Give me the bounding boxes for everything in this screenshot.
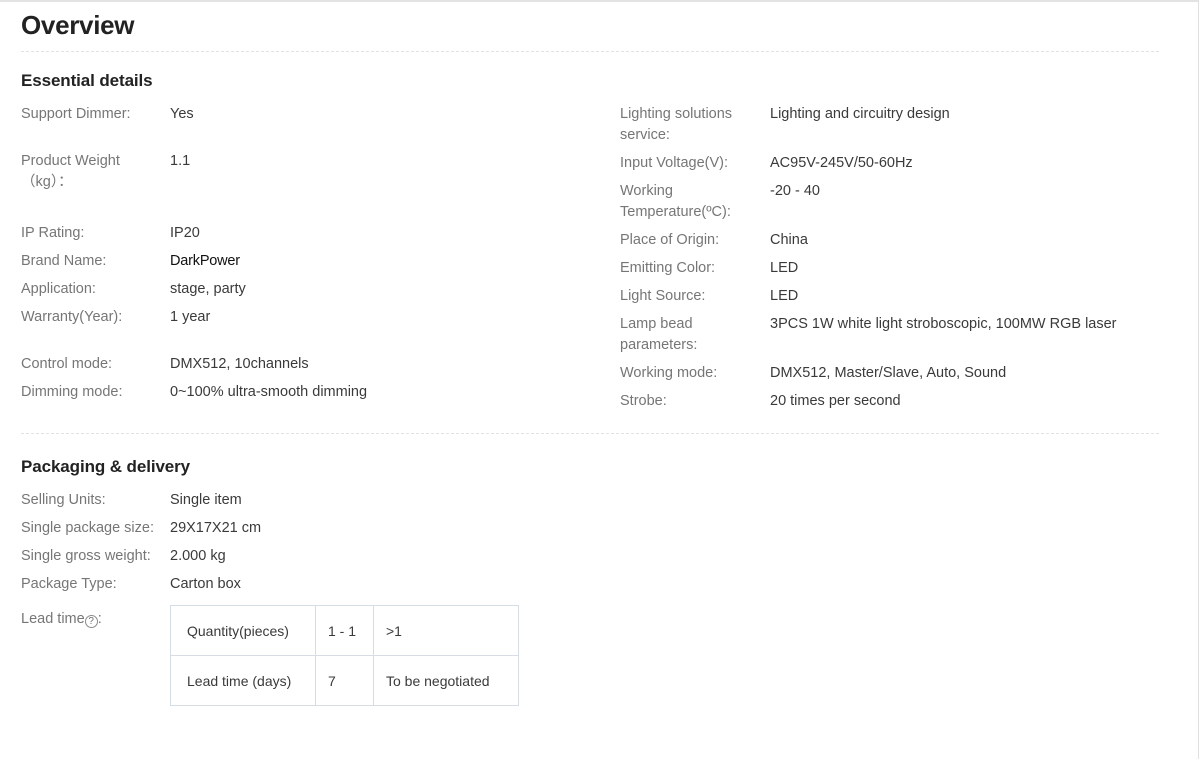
table-cell: Lead time (days): [170, 655, 316, 706]
spec-label: Light Source:: [620, 288, 706, 304]
lead-time-label-colon: :: [97, 611, 102, 627]
pack-row-single-package-size: Single package size: 29X17X21 cm: [21, 518, 1159, 539]
spec-value: IP20: [170, 225, 200, 241]
spec-label: Emitting Color:: [620, 260, 716, 276]
spec-label: Lamp bead parameters:: [620, 316, 698, 353]
pack-value: 2.000 kg: [170, 548, 226, 564]
spec-value: 20 times per second: [770, 393, 901, 409]
spec-label: Control mode:: [21, 356, 113, 372]
spec-label: Application:: [21, 281, 96, 297]
lead-time-block: Lead time?: Quantity(pieces) 1 - 1 >1 Le…: [21, 605, 1159, 706]
table-cell: Quantity(pieces): [170, 605, 316, 656]
spec-row-brand-name: Brand Name: DarkPower: [21, 251, 611, 272]
spec-label: Brand Name:: [21, 253, 107, 269]
pack-row-single-gross-weight: Single gross weight: 2.000 kg: [21, 546, 1159, 567]
spec-label: Working Temperature(ºC):: [620, 183, 731, 220]
pack-label: Package Type:: [21, 576, 117, 592]
spec-label: Warranty(Year):: [21, 309, 123, 325]
table-cell: >1: [373, 605, 519, 656]
spec-value: LED: [770, 260, 799, 276]
spec-row-emitting-color: Emitting Color: LED: [620, 258, 1180, 279]
table-cell: To be negotiated: [373, 655, 519, 706]
spec-value: LED: [770, 288, 799, 304]
spec-value: DarkPower: [170, 253, 240, 269]
packaging-delivery-grid: Selling Units: Single item Single packag…: [21, 478, 1159, 706]
spec-row-light-source: Light Source: LED: [620, 286, 1180, 307]
essential-details-grid: Support Dimmer: Yes Product Weight（kg）： …: [21, 104, 1159, 424]
page-frame: Overview Essential details Support Dimme…: [0, 0, 1199, 759]
spec-row-dimming-mode: Dimming mode: 0~100% ultra-smooth dimmin…: [21, 382, 611, 403]
spec-label: Dimming mode:: [21, 384, 123, 400]
spec-row-input-voltage: Input Voltage(V): AC95V-245V/50-60Hz: [620, 153, 1180, 174]
spec-label: Support Dimmer:: [21, 106, 131, 122]
spec-row-place-of-origin: Place of Origin: China: [620, 230, 1180, 251]
essential-details-right-column: Lighting solutions service: Lighting and…: [620, 104, 1180, 419]
spec-value: 3PCS 1W white light stroboscopic, 100MW …: [770, 316, 1117, 332]
spec-value: 1.1: [170, 153, 191, 169]
spec-label: Product Weight（kg）：: [21, 153, 120, 190]
spec-row-control-mode: Control mode: DMX512, 10channels: [21, 354, 611, 375]
spec-label: IP Rating:: [21, 225, 85, 241]
spec-row-working-temperature: Working Temperature(ºC): -20 - 40: [620, 181, 1180, 223]
pack-row-package-type: Package Type: Carton box: [21, 574, 1159, 595]
page-title: Overview: [21, 10, 135, 40]
pack-value: Single item: [170, 492, 242, 508]
pack-value: Carton box: [170, 576, 241, 592]
spec-row-application: Application: stage, party: [21, 279, 611, 300]
spec-value: stage, party: [170, 281, 246, 297]
spec-label: Lighting solutions service:: [620, 106, 733, 143]
table-cell: 1 - 1: [315, 605, 374, 656]
lead-time-label-text: Lead time: [21, 611, 85, 627]
spec-label: Place of Origin:: [620, 232, 720, 248]
table-row: Quantity(pieces) 1 - 1 >1: [170, 605, 519, 656]
essential-details-heading: Essential details: [21, 71, 153, 90]
spec-value: DMX512, 10channels: [170, 356, 309, 372]
essential-details-left-column: Support Dimmer: Yes Product Weight（kg）： …: [21, 104, 611, 410]
spec-row-warranty: Warranty(Year): 1 year: [21, 307, 611, 328]
spec-value: DMX512, Master/Slave, Auto, Sound: [770, 365, 1007, 381]
lead-time-label: Lead time?:: [21, 605, 170, 630]
table-row: Lead time (days) 7 To be negotiated: [170, 655, 519, 706]
spec-value: 1 year: [170, 309, 211, 325]
pack-label: Single gross weight:: [21, 548, 151, 564]
spec-value: AC95V-245V/50-60Hz: [770, 155, 913, 171]
spec-value: Lighting and circuitry design: [770, 106, 950, 122]
spec-row-working-mode: Working mode: DMX512, Master/Slave, Auto…: [620, 363, 1180, 384]
question-mark-icon[interactable]: ?: [84, 615, 98, 628]
spec-row-support-dimmer: Support Dimmer: Yes: [21, 104, 611, 125]
pack-label: Single package size:: [21, 520, 154, 536]
overview-panel: Overview Essential details Support Dimme…: [0, 2, 1180, 706]
table-cell: 7: [315, 655, 374, 706]
spec-value: 0~100% ultra-smooth dimming: [170, 384, 368, 400]
spec-row-lighting-solutions-service: Lighting solutions service: Lighting and…: [620, 104, 1180, 146]
spec-row-lamp-bead-parameters: Lamp bead parameters: 3PCS 1W white ligh…: [620, 314, 1180, 356]
spec-row-product-weight: Product Weight（kg）： 1.1: [21, 151, 611, 193]
spec-value: -20 - 40: [770, 183, 820, 199]
spec-row-ip-rating: IP Rating: IP20: [21, 223, 611, 244]
spec-value: China: [770, 232, 808, 248]
spec-label: Strobe:: [620, 393, 667, 409]
spec-value: Yes: [170, 106, 194, 122]
pack-value: 29X17X21 cm: [170, 520, 262, 536]
pack-label: Selling Units:: [21, 492, 106, 508]
pack-row-selling-units: Selling Units: Single item: [21, 490, 1159, 511]
spec-label: Working mode:: [620, 365, 718, 381]
lead-time-table: Quantity(pieces) 1 - 1 >1 Lead time (day…: [170, 605, 519, 706]
spec-row-strobe: Strobe: 20 times per second: [620, 391, 1180, 412]
spec-label: Input Voltage(V):: [620, 155, 729, 171]
packaging-delivery-heading: Packaging & delivery: [21, 457, 191, 476]
